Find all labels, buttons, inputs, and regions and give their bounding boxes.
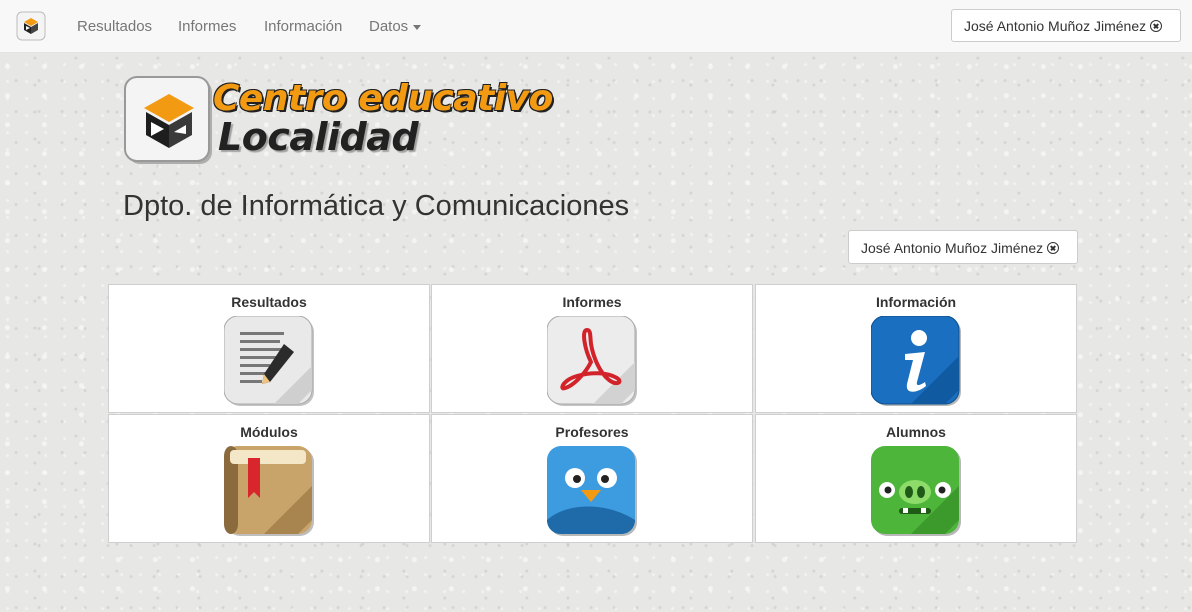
nav-datos-label: Datos	[369, 18, 409, 35]
tile-label: Resultados	[231, 294, 307, 310]
school-cube-logo-icon[interactable]	[16, 11, 46, 41]
tile-label: Alumnos	[886, 424, 946, 440]
tile-label: Módulos	[240, 424, 298, 440]
bird-icon	[547, 446, 637, 536]
caret-down-icon	[413, 24, 422, 30]
close-circle-icon	[1047, 242, 1060, 254]
tile-label: Información	[875, 294, 957, 310]
brand-line-1: Centro educativo	[213, 78, 553, 119]
nav-informes[interactable]: Informes	[178, 18, 236, 35]
navbar-user-name: José Antonio Muñoz Jiménez	[964, 18, 1147, 34]
pdf-document-icon	[547, 316, 637, 406]
tile-profesores[interactable]: Profesores	[431, 414, 753, 543]
tile-modulos[interactable]: Módulos	[108, 414, 430, 543]
header-user-button[interactable]: José Antonio Muñoz Jiménez	[848, 230, 1078, 264]
header-user-name: José Antonio Muñoz Jiménez	[861, 240, 1044, 256]
book-icon	[224, 446, 314, 536]
tile-resultados[interactable]: Resultados	[108, 284, 430, 413]
department-title: Dpto. de Informática y Comunicaciones	[123, 190, 630, 222]
tile-informacion[interactable]: Información	[755, 284, 1077, 413]
close-circle-icon	[1150, 20, 1163, 32]
school-logo-icon	[124, 76, 212, 164]
nav-resultados[interactable]: Resultados	[77, 18, 152, 35]
brand-line-2: Localidad	[218, 115, 419, 159]
top-navbar: Resultados Informes Información Datos Jo…	[0, 0, 1192, 53]
tile-informes[interactable]: Informes	[431, 284, 753, 413]
tile-alumnos[interactable]: Alumnos	[755, 414, 1077, 543]
navbar-user-button[interactable]: José Antonio Muñoz Jiménez	[951, 9, 1181, 42]
tile-label: Informes	[562, 294, 622, 310]
nav-informacion[interactable]: Información	[264, 18, 342, 35]
tile-label: Profesores	[555, 424, 629, 440]
green-pig-icon	[871, 446, 961, 536]
info-icon	[871, 316, 961, 406]
notepad-pencil-icon	[224, 316, 314, 406]
nav-datos-dropdown[interactable]: Datos	[369, 18, 422, 35]
